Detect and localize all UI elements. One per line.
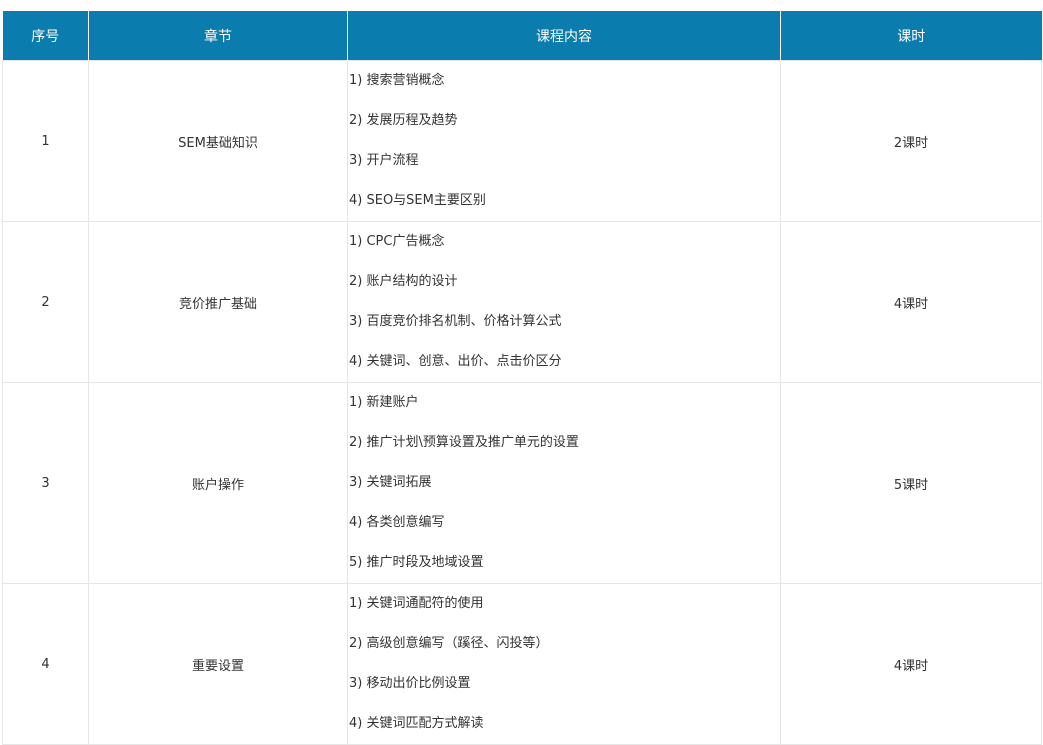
header-chapter: 章节 — [88, 11, 348, 61]
row-chapter: SEM基础知识 — [88, 60, 348, 222]
row-index: 2 — [2, 221, 89, 383]
table-header: 序号 章节 课程内容 课时 — [2, 11, 1042, 61]
content-item: 3) 百度竞价排名机制、价格计算公式 — [349, 314, 562, 329]
row-hours: 5课时 — [780, 382, 1042, 584]
content-item: 1) CPC广告概念 — [349, 234, 445, 249]
content-list: 1) 关键词通配符的使用 2) 高级创意编写（蹊径、闪投等） 3) 移动出价比例… — [348, 584, 780, 744]
row-chapter: 竞价推广基础 — [88, 221, 348, 383]
content-item: 1) 搜索营销概念 — [349, 73, 445, 88]
table-row: 2 竞价推广基础 1) CPC广告概念 2) 账户结构的设计 3) 百度竞价排名… — [2, 221, 1042, 383]
row-content: 1) 新建账户 2) 推广计划\预算设置及推广单元的设置 3) 关键词拓展 4)… — [347, 382, 781, 584]
content-item: 2) 推广计划\预算设置及推广单元的设置 — [349, 435, 579, 450]
content-item: 4) SEO与SEM主要区别 — [349, 193, 486, 208]
row-hours: 4课时 — [780, 221, 1042, 383]
header-index: 序号 — [2, 11, 89, 61]
row-content: 1) 搜索营销概念 2) 发展历程及趋势 3) 开户流程 4) SEO与SEM主… — [347, 60, 781, 222]
row-index: 4 — [2, 583, 89, 745]
header-hours: 课时 — [780, 11, 1042, 61]
content-item: 2) 账户结构的设计 — [349, 274, 458, 289]
course-table-wrapper: 序号 章节 课程内容 课时 1 SEM基础知识 1) 搜索营销概念 2) 发展历… — [2, 11, 1042, 745]
table-body: 1 SEM基础知识 1) 搜索营销概念 2) 发展历程及趋势 3) 开户流程 4… — [2, 60, 1042, 745]
content-item: 4) 各类创意编写 — [349, 515, 445, 530]
content-item: 4) 关键词、创意、出价、点击价区分 — [349, 354, 562, 369]
row-index: 3 — [2, 382, 89, 584]
content-list: 1) CPC广告概念 2) 账户结构的设计 3) 百度竞价排名机制、价格计算公式… — [348, 222, 780, 382]
table-row: 1 SEM基础知识 1) 搜索营销概念 2) 发展历程及趋势 3) 开户流程 4… — [2, 60, 1042, 222]
content-item: 2) 发展历程及趋势 — [349, 113, 458, 128]
row-hours: 4课时 — [780, 583, 1042, 745]
row-chapter: 重要设置 — [88, 583, 348, 745]
content-item: 1) 关键词通配符的使用 — [349, 596, 484, 611]
content-list: 1) 新建账户 2) 推广计划\预算设置及推广单元的设置 3) 关键词拓展 4)… — [348, 383, 780, 583]
row-content: 1) 关键词通配符的使用 2) 高级创意编写（蹊径、闪投等） 3) 移动出价比例… — [347, 583, 781, 745]
content-item: 3) 关键词拓展 — [349, 475, 432, 490]
table-row: 3 账户操作 1) 新建账户 2) 推广计划\预算设置及推广单元的设置 3) 关… — [2, 382, 1042, 584]
row-content: 1) CPC广告概念 2) 账户结构的设计 3) 百度竞价排名机制、价格计算公式… — [347, 221, 781, 383]
header-content: 课程内容 — [347, 11, 781, 61]
row-hours: 2课时 — [780, 60, 1042, 222]
content-item: 1) 新建账户 — [349, 395, 419, 410]
header-row: 序号 章节 课程内容 课时 — [2, 11, 1042, 61]
content-item: 2) 高级创意编写（蹊径、闪投等） — [349, 636, 549, 651]
table-row: 4 重要设置 1) 关键词通配符的使用 2) 高级创意编写（蹊径、闪投等） 3)… — [2, 583, 1042, 745]
row-index: 1 — [2, 60, 89, 222]
content-item: 3) 开户流程 — [349, 153, 419, 168]
row-chapter: 账户操作 — [88, 382, 348, 584]
content-list: 1) 搜索营销概念 2) 发展历程及趋势 3) 开户流程 4) SEO与SEM主… — [348, 61, 780, 221]
content-item: 4) 关键词匹配方式解读 — [349, 716, 484, 731]
course-table: 序号 章节 课程内容 课时 1 SEM基础知识 1) 搜索营销概念 2) 发展历… — [2, 11, 1042, 745]
content-item: 3) 移动出价比例设置 — [349, 676, 471, 691]
content-item: 5) 推广时段及地域设置 — [349, 555, 484, 570]
